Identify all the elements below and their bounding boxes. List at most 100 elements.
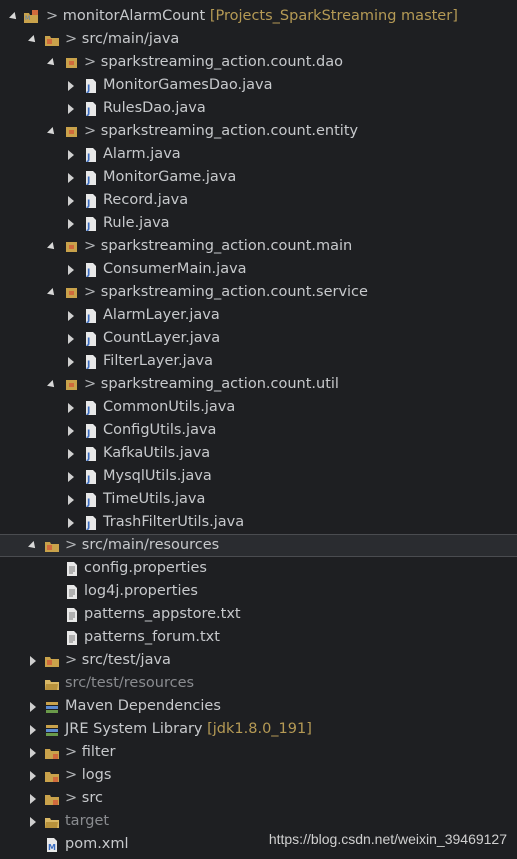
svg-text:J: J (86, 429, 90, 439)
expand-arrow-icon[interactable] (47, 242, 57, 252)
svg-text:J: J (86, 452, 90, 462)
svg-text:J: J (86, 360, 90, 370)
tree-label: RulesDao.java (103, 100, 206, 116)
collapse-arrow-icon[interactable] (66, 310, 76, 321)
tree-row-file[interactable]: J CommonUtils.java (0, 396, 517, 419)
tree-row-file[interactable]: config.properties (0, 557, 517, 580)
tree-row-package-dao[interactable]: > sparkstreaming_action.count.dao (0, 51, 517, 74)
tree-label: TimeUtils.java (103, 491, 206, 507)
tree-row-src-main-resources[interactable]: > src/main/resources (0, 534, 517, 557)
expand-arrow-icon[interactable] (28, 541, 38, 551)
tree-label: patterns_forum.txt (84, 629, 220, 645)
collapse-arrow-icon[interactable] (28, 793, 38, 804)
collapse-arrow-icon[interactable] (66, 494, 76, 505)
tree-row-folder-logs[interactable]: > logs (0, 764, 517, 787)
expand-arrow-icon[interactable] (47, 288, 57, 298)
tree-row-file[interactable]: J TrashFilterUtils.java (0, 511, 517, 534)
tree-row-src-test-resources[interactable]: src/test/resources (0, 672, 517, 695)
collapse-arrow-icon[interactable] (28, 816, 38, 827)
tree-label: MonitorGame.java (103, 169, 237, 185)
tree-row-file[interactable]: patterns_forum.txt (0, 626, 517, 649)
collapse-arrow-icon[interactable] (28, 701, 38, 712)
tree-row-file[interactable]: J TimeUtils.java (0, 488, 517, 511)
svg-text:J: J (86, 268, 90, 278)
collapse-arrow-icon[interactable] (66, 103, 76, 114)
library-icon (46, 701, 58, 713)
collapse-arrow-icon[interactable] (28, 770, 38, 781)
java-file-icon: J (86, 331, 96, 347)
tree-row-file[interactable]: log4j.properties (0, 580, 517, 603)
collapse-arrow-icon[interactable] (28, 724, 38, 735)
tree-row-maven-dependencies[interactable]: Maven Dependencies (0, 695, 517, 718)
svg-text:J: J (86, 84, 90, 94)
tree-row-file[interactable]: J MonitorGamesDao.java (0, 74, 517, 97)
tree-row-package-service[interactable]: > sparkstreaming_action.count.service (0, 281, 517, 304)
tree-row-package-entity[interactable]: > sparkstreaming_action.count.entity (0, 120, 517, 143)
collapse-arrow-icon[interactable] (66, 333, 76, 344)
tree-row-file[interactable]: patterns_appstore.txt (0, 603, 517, 626)
tree-row-file[interactable]: J AlarmLayer.java (0, 304, 517, 327)
collapse-arrow-icon[interactable] (66, 402, 76, 413)
svg-text:J: J (86, 176, 90, 186)
tree-label: CountLayer.java (103, 330, 221, 346)
tree-row-file[interactable]: J FilterLayer.java (0, 350, 517, 373)
expand-arrow-icon[interactable] (9, 12, 19, 22)
tree-label: > monitorAlarmCount [Projects_SparkStrea… (46, 8, 458, 24)
svg-text:J: J (86, 337, 90, 347)
tree-row-file[interactable]: J RulesDao.java (0, 97, 517, 120)
expand-arrow-icon[interactable] (47, 58, 57, 68)
collapse-arrow-icon[interactable] (66, 517, 76, 528)
text-file-icon (67, 561, 77, 576)
tree-row-package-main[interactable]: > sparkstreaming_action.count.main (0, 235, 517, 258)
source-folder-icon (45, 656, 59, 667)
collapse-arrow-icon[interactable] (66, 149, 76, 160)
collapse-arrow-icon[interactable] (66, 218, 76, 229)
collapse-arrow-icon[interactable] (66, 425, 76, 436)
tree-row-file[interactable]: J MysqlUtils.java (0, 465, 517, 488)
collapse-arrow-icon[interactable] (66, 448, 76, 459)
collapse-arrow-icon[interactable] (66, 356, 76, 367)
tree-row-file[interactable]: J Alarm.java (0, 143, 517, 166)
tree-row-folder-src[interactable]: > src (0, 787, 517, 810)
tree-row-folder-target[interactable]: target (0, 810, 517, 833)
tree-row-file[interactable]: J Rule.java (0, 212, 517, 235)
tree-row-project[interactable]: M > monitorAlarmCount [Projects_SparkStr… (0, 5, 517, 28)
package-icon (66, 379, 77, 390)
text-file-icon (67, 630, 77, 645)
tree-label: TrashFilterUtils.java (103, 514, 245, 530)
collapse-arrow-icon[interactable] (66, 264, 76, 275)
collapse-arrow-icon[interactable] (66, 80, 76, 91)
collapse-arrow-icon[interactable] (66, 471, 76, 482)
collapse-arrow-icon[interactable] (28, 747, 38, 758)
tree-row-file[interactable]: J ConsumerMain.java (0, 258, 517, 281)
tree-row-src-test-java[interactable]: > src/test/java (0, 649, 517, 672)
tree-row-file[interactable]: J CountLayer.java (0, 327, 517, 350)
collapse-arrow-icon[interactable] (28, 655, 38, 666)
tree-row-folder-filter[interactable]: > filter (0, 741, 517, 764)
tree-label: FilterLayer.java (103, 353, 213, 369)
tree-row-file[interactable]: J ConfigUtils.java (0, 419, 517, 442)
source-folder-icon (45, 541, 59, 552)
collapse-arrow-icon[interactable] (66, 195, 76, 206)
java-file-icon: J (86, 193, 96, 209)
tree-row-jre-system-library[interactable]: JRE System Library [jdk1.8.0_191] (0, 718, 517, 741)
collapse-arrow-icon[interactable] (66, 172, 76, 183)
java-file-icon: J (86, 423, 96, 439)
expand-arrow-icon[interactable] (28, 35, 38, 45)
tree-label: CommonUtils.java (103, 399, 236, 415)
tree-row-file[interactable]: J Record.java (0, 189, 517, 212)
project-explorer-tree: M > monitorAlarmCount [Projects_SparkStr… (0, 5, 517, 856)
expand-arrow-icon[interactable] (47, 127, 57, 137)
tree-label: > sparkstreaming_action.count.entity (84, 123, 359, 139)
tree-label: MonitorGamesDao.java (103, 77, 273, 93)
tree-label: KafkaUtils.java (103, 445, 211, 461)
java-file-icon: J (86, 354, 96, 370)
tree-row-src-main-java[interactable]: > src/main/java (0, 28, 517, 51)
expand-arrow-icon[interactable] (47, 380, 57, 390)
java-file-icon: J (86, 170, 96, 186)
svg-text:J: J (86, 406, 90, 416)
tree-row-package-util[interactable]: > sparkstreaming_action.count.util (0, 373, 517, 396)
tree-row-file[interactable]: J MonitorGame.java (0, 166, 517, 189)
tree-row-file[interactable]: J KafkaUtils.java (0, 442, 517, 465)
tree-label: > src/main/java (65, 31, 180, 47)
